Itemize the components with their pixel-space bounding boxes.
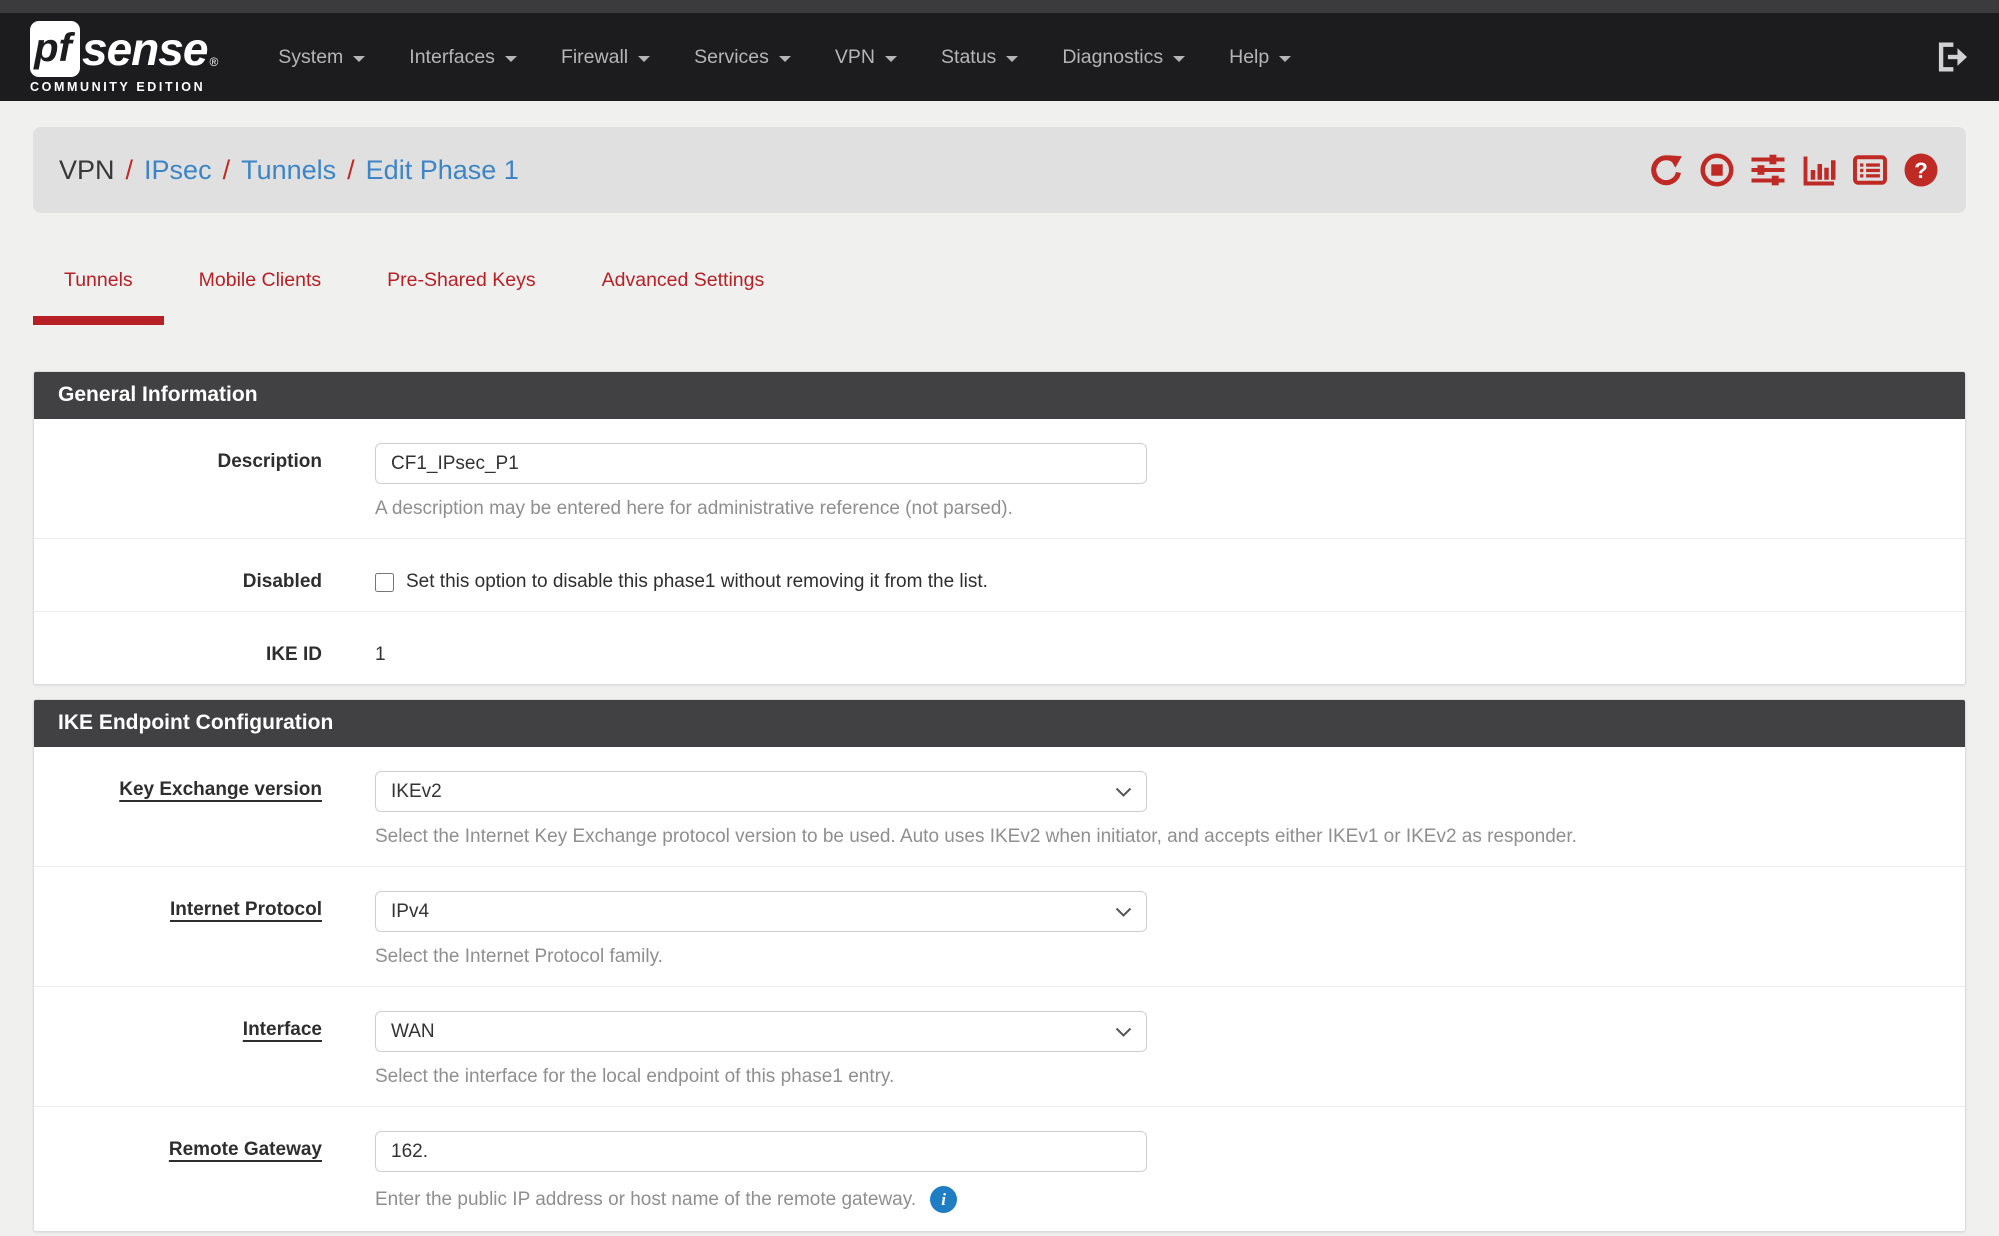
key-exchange-version-help-text: Select the Internet Key Exchange protoco… [375,826,1941,848]
field-label-disabled: Disabled [34,563,322,593]
remote-gateway-help-text: Enter the public IP address or host name… [375,1189,916,1211]
breadcrumb-bar: VPN / IPsec / Tunnels / Edit Phase 1 [33,127,1966,213]
pfsense-logo[interactable]: pf sense ® COMMUNITY EDITION [30,21,218,94]
interface-help-text: Select the interface for the local endpo… [375,1066,1941,1088]
main-menu: System Interfaces Firewall Services VPN … [256,34,1313,81]
tab-bar: Tunnels Mobile Clients Pre-Shared Keys A… [33,255,1966,325]
breadcrumb-separator: / [126,155,134,186]
menu-item-label: Status [941,46,996,69]
field-label-description: Description [34,443,322,520]
breadcrumb-ipsec[interactable]: IPsec [144,155,212,186]
question-circle-icon: ? [1903,152,1939,188]
breadcrumb-separator: / [347,155,355,186]
key-exchange-version-row: Key Exchange version IKEv2 Select the In… [34,747,1965,867]
field-label-ike-id: IKE ID [34,636,322,666]
chevron-down-icon [353,56,365,62]
breadcrumb-separator: / [223,155,231,186]
menu-item-vpn[interactable]: VPN [813,34,919,81]
menu-item-label: Interfaces [409,46,495,69]
page-content: VPN / IPsec / Tunnels / Edit Phase 1 [0,127,1999,1232]
menu-item-interfaces[interactable]: Interfaces [387,34,539,81]
chevron-down-icon [638,56,650,62]
menu-item-services[interactable]: Services [672,34,813,81]
refresh-icon [1648,152,1684,188]
breadcrumb-edit-phase-1[interactable]: Edit Phase 1 [366,155,519,186]
sliders-icon [1749,152,1787,188]
tab-advanced-settings[interactable]: Advanced Settings [571,255,796,325]
related-settings-button[interactable] [1749,151,1787,189]
ike-id-value: 1 [375,636,1941,666]
svg-text:?: ? [1914,158,1928,183]
pf-logo-mark: pf [30,21,80,77]
field-label-interface: Interface [34,1011,322,1088]
stop-circle-icon [1699,152,1735,188]
menu-item-status[interactable]: Status [919,34,1040,81]
pfsense-logo-text: sense [82,22,207,76]
key-exchange-version-select[interactable]: IKEv2 [375,771,1147,812]
disabled-checkbox-label: Set this option to disable this phase1 w… [406,571,988,593]
internet-protocol-row: Internet Protocol IPv4 Select the Intern… [34,867,1965,987]
internet-protocol-help-text: Select the Internet Protocol family. [375,946,1941,968]
disabled-checkbox-line[interactable]: Set this option to disable this phase1 w… [375,563,1941,593]
pfsense-logo-row: pf sense ® [30,21,218,77]
section-title: General Information [34,372,1965,419]
menu-item-label: VPN [835,46,875,69]
menu-item-help[interactable]: Help [1207,34,1313,81]
chevron-down-icon [1006,56,1018,62]
description-input[interactable] [375,443,1147,484]
stop-service-button[interactable] [1698,151,1736,189]
breadcrumb-vpn: VPN [59,155,115,186]
breadcrumb: VPN / IPsec / Tunnels / Edit Phase 1 [59,155,519,186]
remote-gateway-row: Remote Gateway Enter the public IP addre… [34,1107,1965,1231]
community-edition-label: COMMUNITY EDITION [30,80,218,94]
log-button[interactable] [1851,151,1889,189]
info-icon[interactable]: i [930,1186,957,1213]
bar-chart-icon [1801,152,1837,188]
section-title: IKE Endpoint Configuration [34,700,1965,747]
ike-id-row: IKE ID 1 [34,612,1965,684]
field-label-remote-gateway: Remote Gateway [34,1131,322,1213]
main-navbar: pf sense ® COMMUNITY EDITION System Inte… [0,13,1999,101]
menu-item-diagnostics[interactable]: Diagnostics [1040,34,1207,81]
chevron-down-icon [885,56,897,62]
help-button[interactable]: ? [1902,151,1940,189]
disabled-row: Disabled Set this option to disable this… [34,539,1965,612]
menu-item-system[interactable]: System [256,34,387,81]
refresh-button[interactable] [1647,151,1685,189]
logout-button[interactable] [1935,42,1969,72]
internet-protocol-select[interactable]: IPv4 [375,891,1147,932]
sign-out-icon [1935,42,1969,72]
field-label-internet-protocol: Internet Protocol [34,891,322,968]
tab-tunnels[interactable]: Tunnels [33,255,164,325]
menu-item-firewall[interactable]: Firewall [539,34,672,81]
breadcrumb-tunnels[interactable]: Tunnels [241,155,336,186]
tab-pre-shared-keys[interactable]: Pre-Shared Keys [356,255,567,325]
interface-select[interactable]: WAN [375,1011,1147,1052]
status-button[interactable] [1800,151,1838,189]
tab-mobile-clients[interactable]: Mobile Clients [168,255,352,325]
field-label-key-exchange-version: Key Exchange version [34,771,322,848]
menu-item-label: Services [694,46,769,69]
chevron-down-icon [1279,56,1291,62]
ike-endpoint-configuration-panel: IKE Endpoint Configuration Key Exchange … [33,699,1966,1232]
chevron-down-icon [505,56,517,62]
list-icon [1852,152,1888,188]
menu-item-label: Diagnostics [1062,46,1163,69]
registered-mark: ® [209,55,218,69]
menu-item-label: System [278,46,343,69]
window-top-strip [0,0,1999,13]
page-toolbar: ? [1647,151,1940,189]
chevron-down-icon [779,56,791,62]
menu-item-label: Help [1229,46,1269,69]
disabled-checkbox[interactable] [375,573,394,592]
chevron-down-icon [1173,56,1185,62]
interface-row: Interface WAN Select the interface for t… [34,987,1965,1107]
description-row: Description A description may be entered… [34,419,1965,539]
menu-item-label: Firewall [561,46,628,69]
remote-gateway-input[interactable] [375,1131,1147,1172]
general-information-panel: General Information Description A descri… [33,371,1966,685]
description-help-text: A description may be entered here for ad… [375,498,1941,520]
